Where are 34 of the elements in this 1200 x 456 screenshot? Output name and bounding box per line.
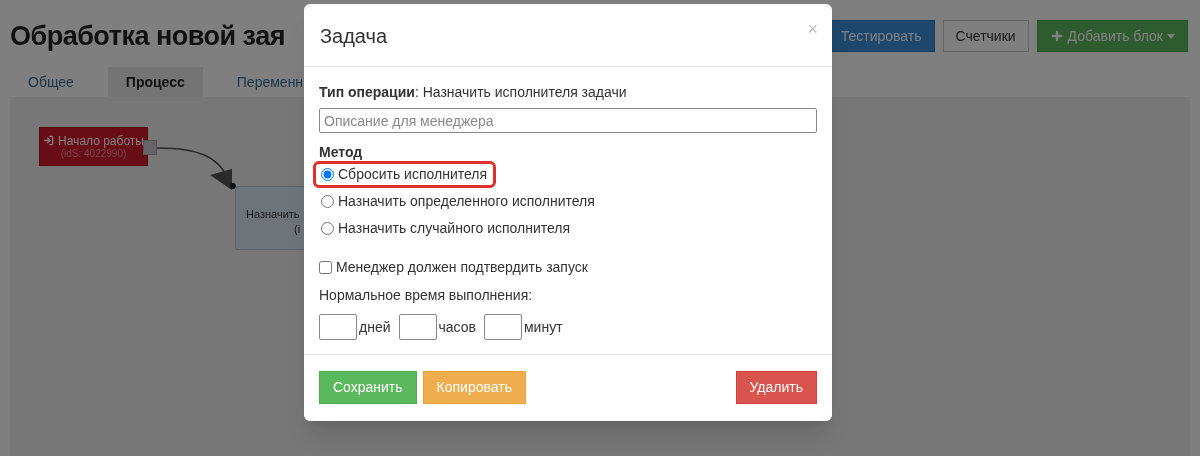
radio-button[interactable] (321, 195, 334, 208)
duration-field[interactable] (484, 314, 522, 340)
unit-label: минут (524, 317, 563, 337)
dialog-button[interactable]: Удалить (735, 371, 817, 404)
toolbar-button[interactable]: Счетчики (942, 20, 1029, 52)
checkbox[interactable] (319, 261, 332, 274)
checkbox-label[interactable]: Менеджер должен подтвердить запуск (336, 257, 588, 278)
tab[interactable]: Процесс (107, 67, 203, 97)
duration-label: Нормальное время выполнения: (319, 286, 534, 305)
radio-button[interactable] (321, 168, 334, 181)
radio-button[interactable] (321, 222, 334, 235)
close-button[interactable]: × (807, 20, 818, 38)
node-id: (i (293, 222, 301, 236)
node-label: Начало работы (58, 133, 144, 148)
page-title: Обработка новой зая (10, 20, 285, 53)
duration-field[interactable] (398, 314, 437, 340)
method-label: Метод (319, 143, 364, 161)
dialog-title: Задача (320, 24, 388, 48)
option-label[interactable]: Назначить определенного исполнителя (338, 191, 595, 212)
operation-type-text: Тип операции: Назначить исполнителя задачи (319, 83, 628, 102)
unit-label: часов (438, 317, 476, 337)
option-label[interactable]: Назначить случайного исполнителя (338, 218, 571, 239)
toolbar-button[interactable]: Добавить блок (1036, 20, 1188, 52)
dialog-button[interactable]: Копировать (422, 371, 526, 404)
option-label[interactable]: Сбросить исполнителя (338, 164, 488, 185)
sign-in-icon (43, 135, 55, 146)
node-label: Назначить (246, 207, 300, 222)
unit-label: дней (359, 317, 391, 337)
plus-icon (1049, 29, 1064, 43)
description-field[interactable]: Описание для менеджера (319, 108, 817, 133)
tab[interactable]: Общее (10, 67, 92, 97)
caret-icon (1167, 33, 1175, 39)
dialog-button[interactable]: Сохранить (319, 371, 417, 404)
duration-field[interactable] (319, 314, 357, 340)
